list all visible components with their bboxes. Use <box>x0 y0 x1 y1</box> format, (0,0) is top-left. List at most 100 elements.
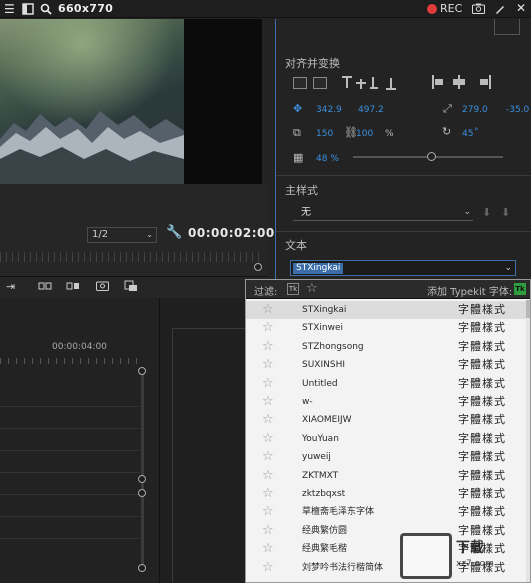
add-typekit-button[interactable]: Tk <box>514 283 526 295</box>
master-style-select[interactable]: 无 ⌄ <box>293 205 473 221</box>
push-style-icon[interactable]: ⬇ <box>482 206 491 219</box>
font-family-select[interactable]: STXingkai ⌄ <box>290 260 516 276</box>
scale-icon: ⧉ <box>293 126 301 139</box>
divider <box>276 231 531 232</box>
font-name: yuweij <box>302 452 331 463</box>
font-sample: 字體樣式 <box>458 339 506 353</box>
scroll-handle-bottom[interactable] <box>138 564 146 572</box>
align-vertical-center-icon[interactable] <box>293 77 307 89</box>
font-list-item[interactable]: ☆ zktzbqxst 字體樣式 <box>246 485 530 503</box>
font-list-item[interactable]: ☆ SUXINSHI 字體樣式 <box>246 356 530 374</box>
record-button[interactable]: REC <box>440 2 462 15</box>
preview-frame <box>0 19 184 184</box>
typekit-filter-toggle[interactable]: Tk <box>287 283 299 295</box>
sync-style-icon[interactable]: ⬇ <box>501 206 510 219</box>
font-list-item[interactable]: ☆ STZhongsong 字體樣式 <box>246 338 530 356</box>
favorite-star-icon[interactable]: ☆ <box>262 468 274 483</box>
timeline-scrollbar[interactable] <box>141 370 144 570</box>
font-sample: 字體樣式 <box>458 321 506 335</box>
font-list-item[interactable]: ☆ STXinwei 字體樣式 <box>246 319 530 337</box>
playhead-timecode[interactable]: 00:00:02:00 <box>188 226 275 240</box>
font-list-scroll-thumb[interactable] <box>526 300 530 318</box>
favorite-star-icon[interactable]: ☆ <box>262 505 274 519</box>
insert-icon[interactable]: ⇥ <box>6 280 15 293</box>
menu-icon[interactable]: ☰ <box>4 2 15 16</box>
font-name: 草檀斋毛泽东字体 <box>302 507 375 518</box>
opacity-slider-handle[interactable] <box>427 152 436 161</box>
scale-percent-value[interactable]: 100 <box>356 129 373 139</box>
font-list-item[interactable]: ☆ w- 字體樣式 <box>246 393 530 411</box>
layout-icon[interactable] <box>22 3 34 18</box>
scroll-handle[interactable] <box>138 475 146 483</box>
favorite-star-icon[interactable]: ☆ <box>262 395 274 409</box>
scrubber-handle[interactable] <box>254 263 262 271</box>
position-x[interactable]: 342.9 <box>316 105 342 115</box>
font-list-item[interactable]: ☆ Untitled 字體樣式 <box>246 375 530 393</box>
zoom-value: 1/2 <box>92 229 109 240</box>
favorite-star-icon[interactable]: ☆ <box>262 339 274 354</box>
wrench-icon[interactable]: 🔧 <box>166 225 182 240</box>
distribute-icon[interactable] <box>432 75 502 91</box>
pen-icon[interactable] <box>494 3 506 18</box>
favorite-star-icon[interactable]: ☆ <box>262 413 274 427</box>
font-list-item[interactable]: ☆ YouYuan 字體樣式 <box>246 430 530 448</box>
video-preview <box>0 19 262 184</box>
font-list-item[interactable]: ☆ ZKTMXT 字體樣式 <box>246 467 530 485</box>
favorite-star-icon[interactable]: ☆ <box>262 376 274 391</box>
monitor-time-ruler[interactable] <box>0 252 262 262</box>
favorites-filter-icon[interactable]: ☆ <box>306 281 318 296</box>
master-style-title: 主样式 <box>285 184 318 197</box>
monitor-title-bar: ☰ 660x770 REC ✕ <box>0 0 531 18</box>
link-icon[interactable] <box>38 281 52 294</box>
percent-sign: % <box>385 129 394 139</box>
rotation-value[interactable]: 45 <box>462 129 473 139</box>
font-list-item[interactable]: ☆ STXingkai 字體樣式 <box>246 301 530 320</box>
font-name: XIAOMEIJW <box>302 415 352 426</box>
favorite-star-icon[interactable]: ☆ <box>262 321 274 335</box>
degree-sign: ° <box>474 127 479 137</box>
font-name: 经典繁仿圆 <box>302 525 348 536</box>
watermark-logo: 下载 xz7.com <box>400 533 531 583</box>
export-frame-icon[interactable] <box>96 280 109 294</box>
width-value[interactable]: 279.0 <box>462 105 488 115</box>
scroll-handle-top[interactable] <box>138 367 146 375</box>
favorite-star-icon[interactable]: ☆ <box>262 542 274 556</box>
camera-icon[interactable] <box>472 3 485 17</box>
favorite-star-icon[interactable]: ☆ <box>262 523 274 538</box>
scroll-handle[interactable] <box>138 489 146 497</box>
close-icon[interactable]: ✕ <box>516 1 526 15</box>
favorite-star-icon[interactable]: ☆ <box>262 560 274 575</box>
track-divider <box>0 516 140 517</box>
anchor-icon: ⤢ <box>443 102 452 115</box>
position-y[interactable]: 497.2 <box>358 105 384 115</box>
opacity-value[interactable]: 48 % <box>316 154 339 164</box>
favorite-star-icon[interactable]: ☆ <box>262 431 274 446</box>
panel-thumb[interactable] <box>494 19 520 35</box>
favorite-star-icon[interactable]: ☆ <box>262 450 274 464</box>
font-filter-bar: 过滤: Tk ☆ 添加 Typekit 字体: Tk <box>246 280 530 299</box>
font-sample: 字體樣式 <box>458 303 506 316</box>
font-sample: 字體樣式 <box>458 395 506 408</box>
favorite-star-icon[interactable]: ☆ <box>262 487 274 501</box>
font-name: zktzbqxst <box>302 489 346 499</box>
font-list-item[interactable]: ☆ XIAOMEIJW 字體樣式 <box>246 411 530 429</box>
favorite-star-icon[interactable]: ☆ <box>262 303 274 317</box>
align-edges-icon[interactable] <box>342 75 402 91</box>
timeline-toolbar: ⇥ <box>0 276 268 298</box>
timeline-ruler[interactable] <box>0 358 140 364</box>
favorite-star-icon[interactable]: ☆ <box>262 358 274 372</box>
font-sample: 字體樣式 <box>458 505 506 519</box>
zoom-select[interactable]: 1/2 ⌄ <box>87 227 157 243</box>
button-editor-icon[interactable] <box>124 280 138 295</box>
opacity-icon: ▦ <box>293 151 304 164</box>
font-sample: 字體樣式 <box>458 358 506 372</box>
height-value[interactable]: -35.0 <box>506 105 529 115</box>
font-name: STXinwei <box>302 323 343 334</box>
scale-value[interactable]: 150 <box>316 129 333 139</box>
overwrite-icon[interactable] <box>66 281 80 294</box>
font-list-item[interactable]: ☆ yuweij 字體樣式 <box>246 448 530 466</box>
align-horizontal-center-icon[interactable] <box>313 77 327 89</box>
font-list-item[interactable]: ☆ 草檀斋毛泽东字体 字體樣式 <box>246 503 530 521</box>
search-icon[interactable] <box>40 3 52 18</box>
timeline-time-label: 00:00:04:00 <box>52 342 107 352</box>
